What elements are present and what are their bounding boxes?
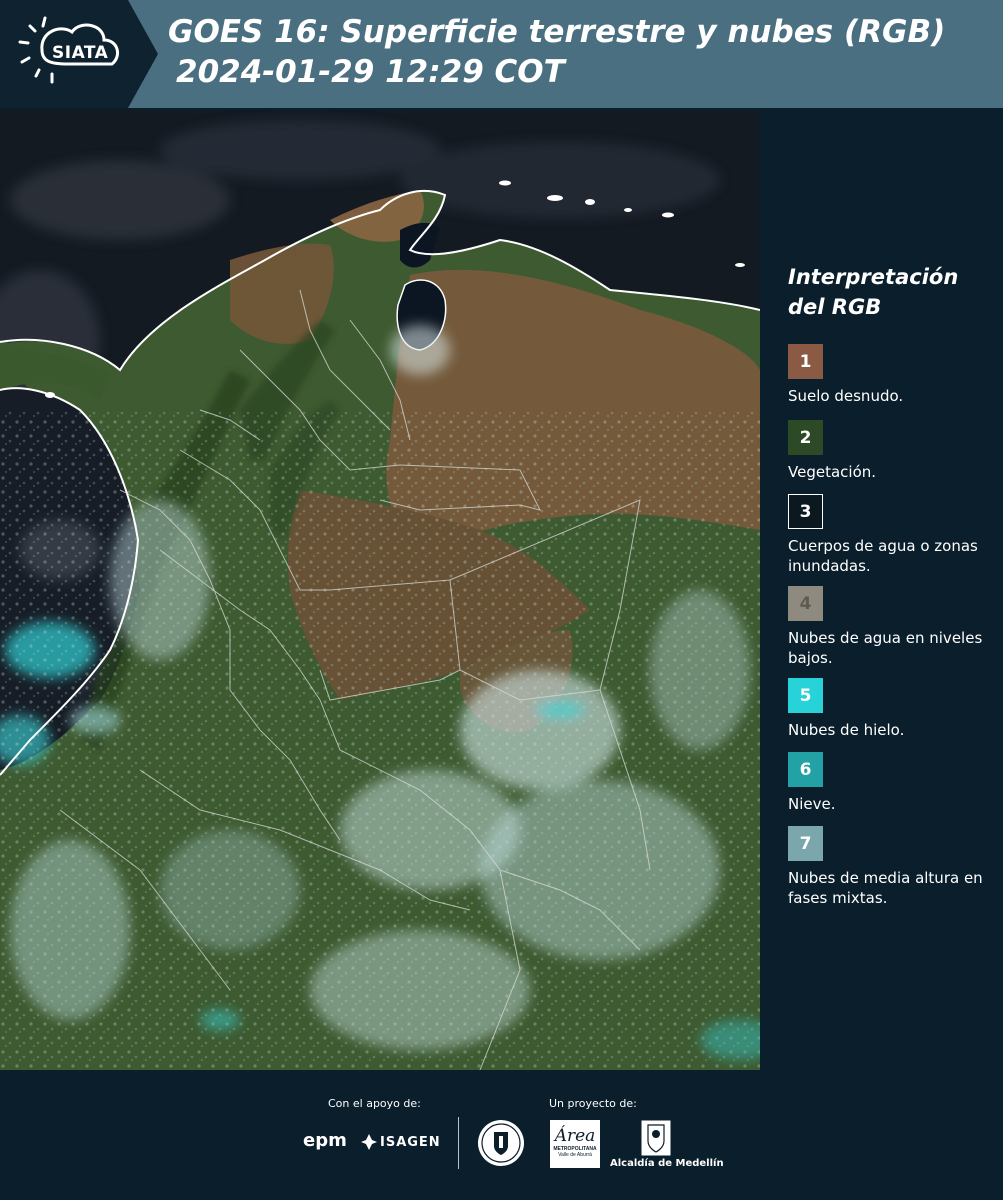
satellite-map[interactable] (0, 110, 760, 1070)
legend-swatch: 5 (788, 678, 823, 713)
legend-number: 1 (799, 351, 812, 372)
isagen-logo: ISAGEN (380, 1135, 441, 1150)
legend-number: 3 (799, 501, 812, 522)
legend-number: 7 (799, 833, 812, 854)
area-metropolitana-logo: Área METROPOLITANA Valle de Aburrá (550, 1120, 600, 1168)
legend-swatch: 3 (788, 494, 823, 529)
alcaldia-shield-icon (640, 1119, 672, 1157)
timestamp-title: 2024-01-29 12:29 COT (176, 54, 565, 90)
legend-label: Nubes de agua en niveles bajos. (788, 629, 983, 667)
legend-label: Suelo desnudo. (788, 387, 904, 405)
legend-title-line1: Interpretación (788, 265, 959, 289)
legend-item-snow: 6 Nieve. (788, 752, 988, 814)
legend-label: Vegetación. (788, 463, 877, 481)
legend-item-low-clouds: 4 Nubes de agua en niveles bajos. (788, 586, 988, 668)
area-logo-sub2: Valle de Aburrá (558, 1152, 592, 1158)
legend-item-water: 3 Cuerpos de agua o zonas inundadas. (788, 494, 988, 576)
isagen-icon (361, 1134, 377, 1150)
support-label: Con el apoyo de: (328, 1097, 421, 1110)
area-logo-text: Área (554, 1126, 596, 1146)
logo-text: SIATA (52, 43, 109, 63)
legend-label: Cuerpos de agua o zonas inundadas. (788, 537, 978, 575)
rgb-legend: Interpretación del RGB 1 Suelo desnudo. … (788, 262, 988, 907)
legend-number: 6 (799, 759, 812, 780)
epm-logo: epm (303, 1130, 347, 1151)
legend-label: Nubes de media altura en fases mixtas. (788, 869, 983, 907)
legend-label: Nubes de hielo. (788, 721, 905, 739)
legend-title-line2: del RGB (788, 295, 882, 319)
legend-item-vegetation: 2 Vegetación. (788, 420, 988, 482)
medellin-seal-icon (478, 1120, 524, 1166)
legend-swatch: 2 (788, 420, 823, 455)
legend-swatch: 6 (788, 752, 823, 787)
legend-swatch: 1 (788, 344, 823, 379)
legend-number: 5 (799, 685, 812, 706)
legend-label: Nieve. (788, 795, 836, 813)
footer-divider (458, 1117, 459, 1169)
header-bar: SIATA GOES 16: Superficie terrestre y nu… (0, 0, 1003, 108)
legend-number: 4 (799, 593, 812, 614)
legend-item-bare-soil: 1 Suelo desnudo. (788, 344, 988, 406)
legend-number: 2 (799, 427, 812, 448)
legend-swatch: 7 (788, 826, 823, 861)
legend-item-mid-clouds: 7 Nubes de media altura en fases mixtas. (788, 826, 988, 908)
legend-swatch: 4 (788, 586, 823, 621)
alcaldia-label: Alcaldía de Medellín (610, 1158, 724, 1169)
legend-item-ice-clouds: 5 Nubes de hielo. (788, 678, 988, 740)
page-title: GOES 16: Superficie terrestre y nubes (R… (168, 14, 946, 50)
project-label: Un proyecto de: (549, 1097, 637, 1110)
siata-logo: SIATA (0, 0, 158, 108)
